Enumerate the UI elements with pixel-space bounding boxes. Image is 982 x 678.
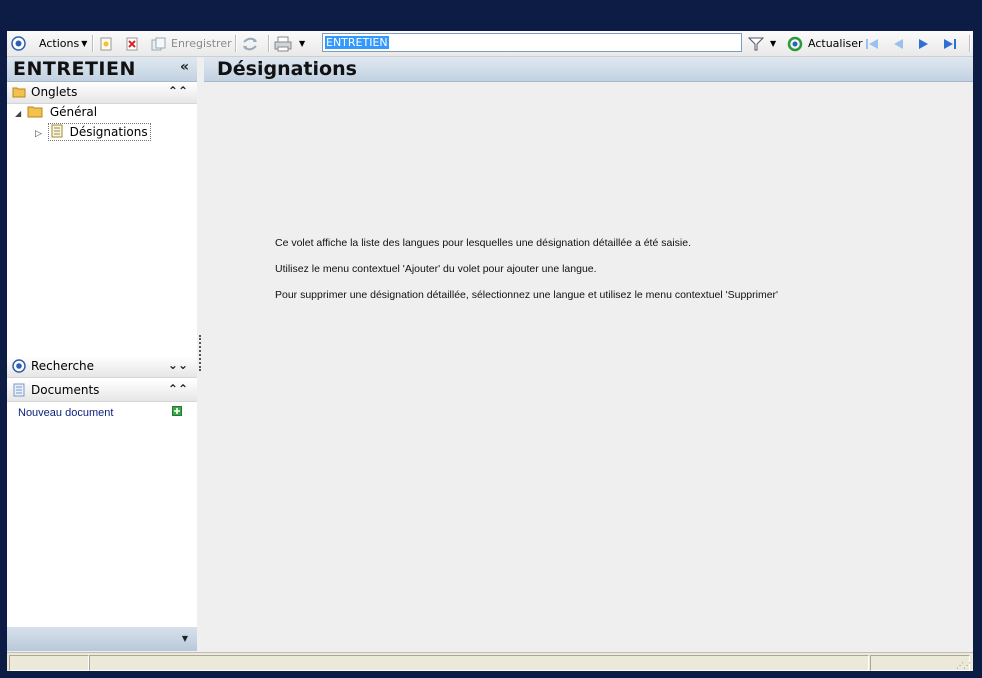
first-icon[interactable] <box>865 31 879 56</box>
main-panel-header: Désignations <box>204 57 973 82</box>
print-icon <box>274 36 292 51</box>
search-value: ENTRETIEN <box>325 36 389 49</box>
collapse-section-icon[interactable]: ⌃⌃ <box>168 84 188 98</box>
dropdown-arrow-icon[interactable]: ▼ <box>182 634 188 643</box>
dropdown-arrow-icon: ▼ <box>81 39 88 48</box>
print-button[interactable]: ▼ <box>274 31 305 56</box>
actions-menu-button[interactable]: Actions ▼ <box>39 31 87 56</box>
left-panel-title: ENTRETIEN <box>13 58 136 80</box>
status-cell <box>9 655 89 671</box>
section-documents-label: Documents <box>31 383 100 397</box>
filter-button[interactable]: ▼ <box>748 31 776 56</box>
refresh-button[interactable]: Actualiser <box>787 31 863 56</box>
save-icon <box>151 37 166 50</box>
sync-icon[interactable] <box>241 31 259 56</box>
add-icon[interactable] <box>172 406 182 416</box>
refresh-label: Actualiser <box>808 37 863 50</box>
info-message: Utilisez le menu contextuel 'Ajouter' du… <box>275 263 597 275</box>
prev-icon[interactable] <box>891 31 905 56</box>
dropdown-arrow-icon: ▼ <box>770 39 777 48</box>
tree-item-general[interactable]: ◢ Général <box>15 105 97 119</box>
panel-resize-handle[interactable] <box>199 335 202 371</box>
tree-item-designations[interactable]: ▷ Désignations <box>35 123 151 141</box>
actions-label: Actions <box>39 37 80 50</box>
circle-target-icon <box>12 359 26 373</box>
section-recherche-header[interactable]: Recherche ⌄⌄ <box>7 356 197 378</box>
folder-icon <box>27 106 43 118</box>
circle-target-icon[interactable] <box>11 31 26 56</box>
refresh-icon <box>787 36 803 51</box>
section-documents-header[interactable]: Documents ⌃⌃ <box>7 380 197 402</box>
new-document-link[interactable]: Nouveau document <box>18 407 113 419</box>
save-label: Enregistrer <box>171 37 232 50</box>
info-message: Ce volet affiche la liste des langues po… <box>275 237 691 249</box>
filter-icon <box>748 37 764 50</box>
save-button[interactable]: Enregistrer <box>151 31 232 56</box>
delete-icon[interactable] <box>125 31 139 56</box>
last-icon[interactable] <box>943 31 957 56</box>
status-cell <box>870 655 970 671</box>
collapse-panel-button[interactable]: « <box>180 59 189 75</box>
left-panel-footer: ▼ <box>7 627 197 651</box>
expand-arrow-icon[interactable]: ◢ <box>15 109 21 118</box>
resize-grip-icon[interactable]: ⋰⋰ <box>956 661 971 670</box>
doc-icon <box>51 124 63 138</box>
status-bar: ⋰⋰ <box>7 652 973 671</box>
main-panel: Désignations Ce volet affiche la liste d… <box>204 57 973 651</box>
tree-item-general-label: Général <box>49 105 98 119</box>
section-onglets-header[interactable]: Onglets ⌃⌃ <box>7 82 197 104</box>
toolbar: Actions ▼ Enregistrer ▼ ENTRETIEN ▼ Actu… <box>7 31 973 57</box>
tree-item-designations-label: Désignations <box>69 125 148 139</box>
section-recherche-label: Recherche <box>31 359 95 373</box>
tree-item-selection: Désignations <box>47 123 151 141</box>
page-title: Désignations <box>217 58 357 80</box>
next-icon[interactable] <box>917 31 931 56</box>
section-onglets-label: Onglets <box>31 85 78 99</box>
folder-icon <box>12 87 26 98</box>
left-panel-header: ENTRETIEN « <box>7 57 197 82</box>
info-message: Pour supprimer une désignation détaillée… <box>275 289 779 301</box>
app-window: Actions ▼ Enregistrer ▼ ENTRETIEN ▼ Actu… <box>7 31 973 671</box>
status-cell <box>89 655 869 671</box>
dropdown-arrow-icon: ▼ <box>299 39 306 48</box>
expand-section-icon[interactable]: ⌄⌄ <box>168 358 188 372</box>
document-icon <box>13 383 25 397</box>
new-doc-icon[interactable] <box>99 31 113 56</box>
left-panel: ENTRETIEN « Onglets ⌃⌃ ◢ Général ▷ Désig… <box>7 57 197 651</box>
collapse-section-icon[interactable]: ⌃⌃ <box>168 382 188 396</box>
search-input[interactable]: ENTRETIEN <box>322 33 742 52</box>
expand-arrow-icon[interactable]: ▷ <box>35 129 42 139</box>
